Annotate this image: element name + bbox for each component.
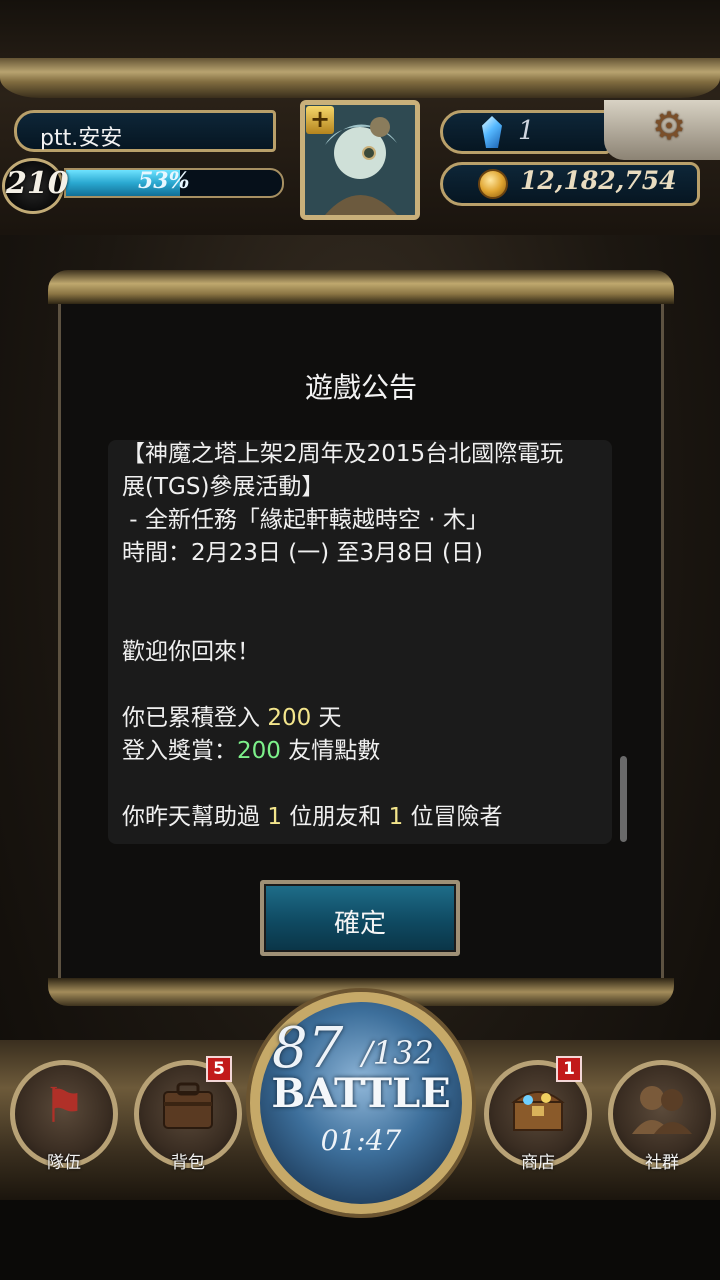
backpack-badge: 5	[206, 1056, 232, 1082]
helped-adventurers: 1	[388, 804, 404, 830]
notice-mission: - 全新任務「緣起軒轅越時空 · 木」	[122, 507, 489, 533]
player-level: 210	[6, 166, 69, 201]
dialog-top-ornament	[48, 270, 674, 304]
helped-line: 你昨天幫助過 1 位朋友和 1 位冒險者	[122, 801, 602, 834]
notice-text: 【神魔之塔上架2周年及2015台北國際電玩 展(TGS)參展活動】 - 全新任務…	[122, 440, 602, 834]
reward-line: 登入獎賞：200 友情點數	[122, 735, 602, 768]
login-days: 200	[267, 705, 312, 731]
reward-prefix: 登入獎賞：	[122, 738, 237, 764]
chest-icon	[511, 1091, 565, 1131]
stamina-max: /132	[362, 1034, 434, 1072]
reward-suffix: 友情點數	[280, 738, 381, 764]
flag-icon: ⚑	[42, 1078, 86, 1134]
welcome-text: 歡迎你回來！	[122, 639, 260, 665]
battle-label: BATTLE	[271, 1070, 451, 1117]
exp-percent: 53%	[138, 168, 190, 194]
avatar-plus-button[interactable]: +	[306, 106, 334, 134]
login-days-line: 你已累積登入 200 天	[122, 702, 602, 735]
top-ornament	[0, 58, 720, 98]
player-name: ptt.安安	[40, 126, 123, 151]
helped-mid: 位朋友和	[281, 804, 389, 830]
coin-count: 12,182,754	[520, 166, 677, 195]
reward-points: 200	[237, 738, 281, 764]
notice-title-line-1: 【神魔之塔上架2周年及2015台北國際電玩	[122, 441, 564, 467]
team-label: 隊伍	[47, 1153, 81, 1173]
confirm-button-label[interactable]: 確定	[260, 903, 460, 940]
helped-suffix: 位冒險者	[403, 804, 503, 830]
gear-icon[interactable]: ⚙	[652, 104, 686, 148]
social-label: 社群	[645, 1153, 679, 1173]
stamina-timer: 01:47	[320, 1124, 402, 1157]
notice-title-line-2: 展(TGS)參展活動】	[122, 474, 325, 500]
notice-scrollbar[interactable]	[620, 756, 627, 842]
login-suffix: 天	[311, 705, 342, 731]
backpack-label: 背包	[171, 1153, 205, 1173]
gem-count: 1	[518, 116, 535, 146]
notice-scroll-area[interactable]: 【神魔之塔上架2周年及2015台北國際電玩 展(TGS)參展活動】 - 全新任務…	[108, 440, 612, 844]
people-icon	[632, 1086, 692, 1134]
dialog-title: 遊戲公告	[304, 371, 417, 404]
shop-badge: 1	[556, 1056, 582, 1082]
shop-label: 商店	[521, 1153, 555, 1173]
coin-icon	[478, 169, 508, 199]
helped-prefix: 你昨天幫助過	[122, 804, 268, 830]
login-prefix: 你已累積登入	[122, 705, 268, 731]
helped-friends: 1	[267, 804, 282, 830]
notice-time: 時間：2月23日 (一) 至3月8日 (日)	[122, 540, 483, 566]
bag-icon	[163, 1082, 213, 1129]
